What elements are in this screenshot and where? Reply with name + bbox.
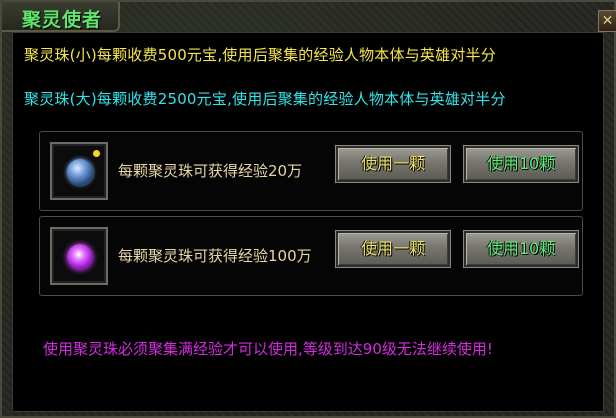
small-pearl-description: 每颗聚灵珠可获得经验20万 [118,162,303,180]
content-panel: 聚灵珠(小)每颗收费500元宝,使用后聚集的经验人物本体与英雄对半分 聚灵珠(大… [12,32,604,412]
small-pearl-row: 每颗聚灵珠可获得经验20万 使用一颗 使用10颗 [39,131,583,211]
big-pearl-info: 聚灵珠(大)每颗收费2500元宝,使用后聚集的经验人物本体与英雄对半分 [24,90,506,108]
big-pearl-description: 每颗聚灵珠可获得经验100万 [118,247,312,265]
use-ten-small-button[interactable]: 使用10颗 [463,145,579,183]
new-indicator-dot [93,150,100,157]
close-button[interactable]: ✕ [598,10,616,32]
purple-orb-icon [67,244,93,270]
close-icon: ✕ [601,13,614,29]
small-pearl-info: 聚灵珠(小)每颗收费500元宝,使用后聚集的经验人物本体与英雄对半分 [24,46,496,64]
use-one-small-button[interactable]: 使用一颗 [335,145,451,183]
usage-warning: 使用聚灵珠必须聚集满经验才可以使用,等级到达90级无法继续使用! [43,340,493,358]
window-title: 聚灵使者 [22,9,103,31]
blue-orb-icon [67,159,93,185]
item-slot-small-pearl[interactable] [50,142,108,200]
use-one-big-button[interactable]: 使用一颗 [335,230,451,268]
use-ten-big-button[interactable]: 使用10颗 [463,230,579,268]
title-tab: 聚灵使者 [2,2,120,32]
big-pearl-row: 每颗聚灵珠可获得经验100万 使用一颗 使用10颗 [39,216,583,296]
item-slot-big-pearl[interactable] [50,227,108,285]
dialog-window: 聚灵使者 ✕ 聚灵珠(小)每颗收费500元宝,使用后聚集的经验人物本体与英雄对半… [0,0,616,418]
